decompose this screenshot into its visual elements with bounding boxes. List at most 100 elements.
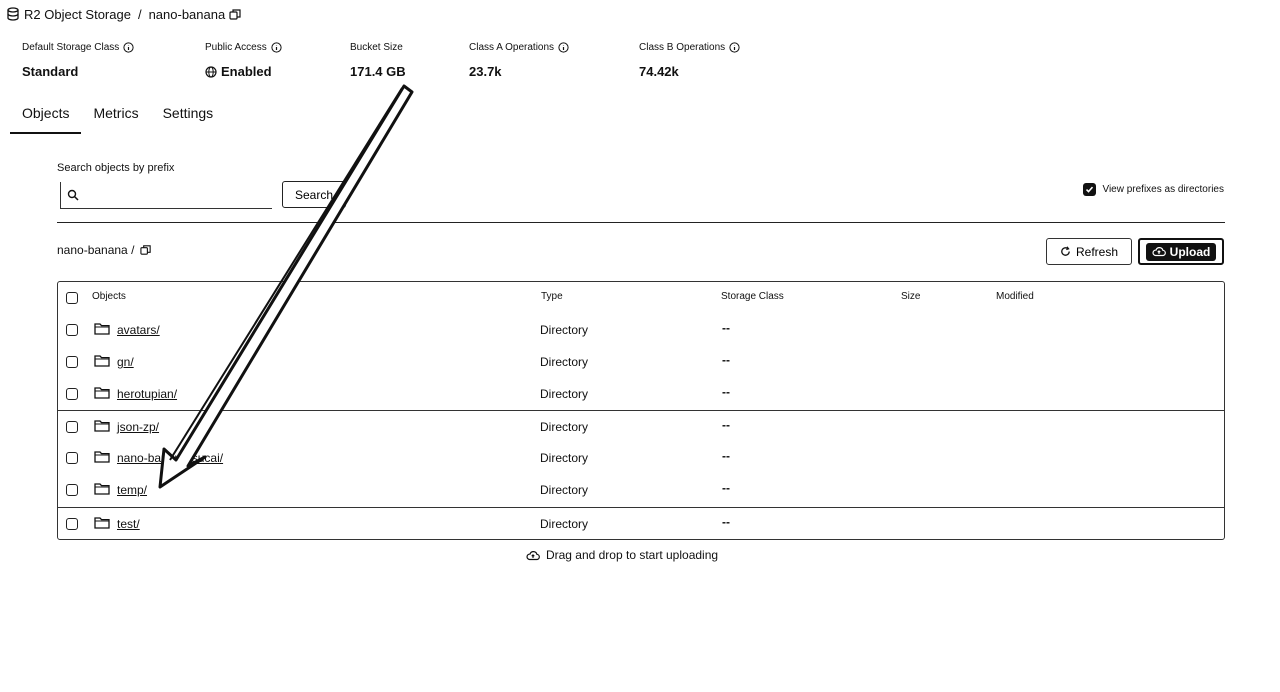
stat-public-access: Public Access Enabled xyxy=(205,40,282,79)
checkbox-checked-icon[interactable] xyxy=(1083,183,1097,196)
column-header-storage-class[interactable]: Storage Class xyxy=(721,291,784,302)
table-row[interactable]: nano-banana-sucai/ Directory -- xyxy=(58,442,1224,474)
object-name-link[interactable]: herotupian/ xyxy=(117,387,177,401)
table-row[interactable]: avatars/ Directory -- xyxy=(58,314,1224,346)
stat-value: 171.4 GB xyxy=(350,64,406,79)
divider xyxy=(57,222,1225,223)
cloud-upload-icon xyxy=(1152,246,1166,257)
info-icon[interactable] xyxy=(123,41,134,53)
bucket-stats: Default Storage Class Standard Public Ac… xyxy=(0,40,1280,80)
folder-icon xyxy=(94,386,110,399)
object-storage-class: -- xyxy=(722,449,730,463)
object-storage-class: -- xyxy=(722,418,730,432)
cloud-upload-icon xyxy=(526,550,540,561)
stat-label: Bucket Size xyxy=(350,41,403,53)
column-header-modified[interactable]: Modified xyxy=(996,291,1034,302)
stat-label: Public Access xyxy=(205,41,267,53)
row-checkbox[interactable] xyxy=(66,388,78,400)
stat-label: Default Storage Class xyxy=(22,41,120,53)
refresh-label: Refresh xyxy=(1075,244,1119,259)
tab-bar: Objects Metrics Settings xyxy=(10,96,225,134)
object-name-link[interactable]: gn/ xyxy=(117,355,134,369)
stat-label: Class A Operations xyxy=(469,41,555,53)
table-row[interactable]: gn/ Directory -- xyxy=(58,346,1224,378)
database-icon xyxy=(6,7,20,21)
refresh-button[interactable]: Refresh xyxy=(1046,238,1132,265)
search-button[interactable]: Search xyxy=(282,181,346,208)
folder-icon xyxy=(94,482,110,495)
table-row[interactable]: temp/ Directory -- xyxy=(58,474,1224,506)
breadcrumb-bucket: nano-banana xyxy=(148,6,226,22)
row-checkbox[interactable] xyxy=(66,356,78,368)
info-icon[interactable] xyxy=(271,41,282,53)
folder-icon xyxy=(94,354,110,367)
table-row[interactable]: herotupian/ Directory -- xyxy=(58,378,1224,410)
stat-label: Class B Operations xyxy=(639,41,726,53)
breadcrumb-separator: / xyxy=(137,6,142,22)
stat-value: Enabled xyxy=(221,64,272,79)
object-storage-class: -- xyxy=(722,321,730,335)
upload-label: Upload xyxy=(1169,244,1211,259)
object-storage-class: -- xyxy=(722,385,730,399)
folder-icon xyxy=(94,322,110,335)
objects-table: Objects Type Storage Class Size Modified… xyxy=(57,281,1225,540)
object-storage-class: -- xyxy=(722,353,730,367)
refresh-icon xyxy=(1060,246,1071,257)
object-type: Directory xyxy=(540,355,589,369)
column-header-size[interactable]: Size xyxy=(901,291,920,302)
object-type: Directory xyxy=(540,517,589,531)
globe-icon xyxy=(205,65,217,78)
object-type: Directory xyxy=(540,420,589,434)
folder-icon xyxy=(94,450,110,463)
stat-class-a-operations: Class A Operations 23.7k xyxy=(469,40,569,79)
row-checkbox[interactable] xyxy=(66,518,78,530)
table-row[interactable]: json-zp/ Directory -- xyxy=(58,410,1224,442)
search-input[interactable] xyxy=(83,184,263,206)
object-type: Directory xyxy=(540,451,589,465)
path-text: nano-banana / xyxy=(57,243,135,257)
column-header-objects[interactable]: Objects xyxy=(92,291,126,302)
object-type: Directory xyxy=(540,323,589,337)
copy-icon[interactable] xyxy=(140,244,152,256)
tab-objects[interactable]: Objects xyxy=(10,96,82,134)
object-name-link[interactable]: nano-banana-sucai/ xyxy=(117,451,223,465)
stat-class-b-operations: Class B Operations 74.42k xyxy=(639,40,740,79)
row-checkbox[interactable] xyxy=(66,421,78,433)
select-all-checkbox[interactable] xyxy=(66,292,78,304)
drop-zone-text: Drag and drop to start uploading xyxy=(545,548,719,562)
breadcrumb-service[interactable]: R2 Object Storage xyxy=(24,7,131,22)
folder-icon xyxy=(94,516,110,529)
search-field[interactable] xyxy=(60,182,272,209)
object-name-link[interactable]: test/ xyxy=(117,517,140,531)
upload-button[interactable]: Upload xyxy=(1138,238,1224,265)
stat-value: 23.7k xyxy=(469,64,502,79)
object-name-link[interactable]: json-zp/ xyxy=(117,420,159,434)
tab-settings[interactable]: Settings xyxy=(151,96,226,134)
object-storage-class: -- xyxy=(722,481,730,495)
stat-value: Standard xyxy=(22,64,79,79)
column-header-type[interactable]: Type xyxy=(541,291,563,302)
folder-icon xyxy=(94,419,110,432)
row-checkbox[interactable] xyxy=(66,324,78,336)
row-checkbox[interactable] xyxy=(66,484,78,496)
breadcrumb: R2 Object Storage / nano-banana xyxy=(6,6,242,22)
stat-value: 74.42k xyxy=(639,64,679,79)
tab-metrics[interactable]: Metrics xyxy=(81,96,150,134)
object-name-link[interactable]: avatars/ xyxy=(117,323,160,337)
row-checkbox[interactable] xyxy=(66,452,78,464)
copy-icon[interactable] xyxy=(229,8,242,21)
search-icon xyxy=(67,189,79,201)
view-prefixes-label: View prefixes as directories xyxy=(1102,184,1224,195)
info-icon[interactable] xyxy=(558,41,569,53)
current-path: nano-banana / xyxy=(57,243,152,257)
info-icon[interactable] xyxy=(729,41,740,53)
object-type: Directory xyxy=(540,387,589,401)
object-type: Directory xyxy=(540,483,589,497)
table-header: Objects Type Storage Class Size Modified xyxy=(58,282,1224,312)
object-name-link[interactable]: temp/ xyxy=(117,483,147,497)
object-storage-class: -- xyxy=(722,515,730,529)
view-prefixes-toggle[interactable]: View prefixes as directories xyxy=(1083,183,1224,196)
table-row[interactable]: test/ Directory -- xyxy=(58,507,1224,539)
drop-zone[interactable]: Drag and drop to start uploading xyxy=(0,548,1244,562)
stat-default-storage-class: Default Storage Class Standard xyxy=(22,40,134,79)
